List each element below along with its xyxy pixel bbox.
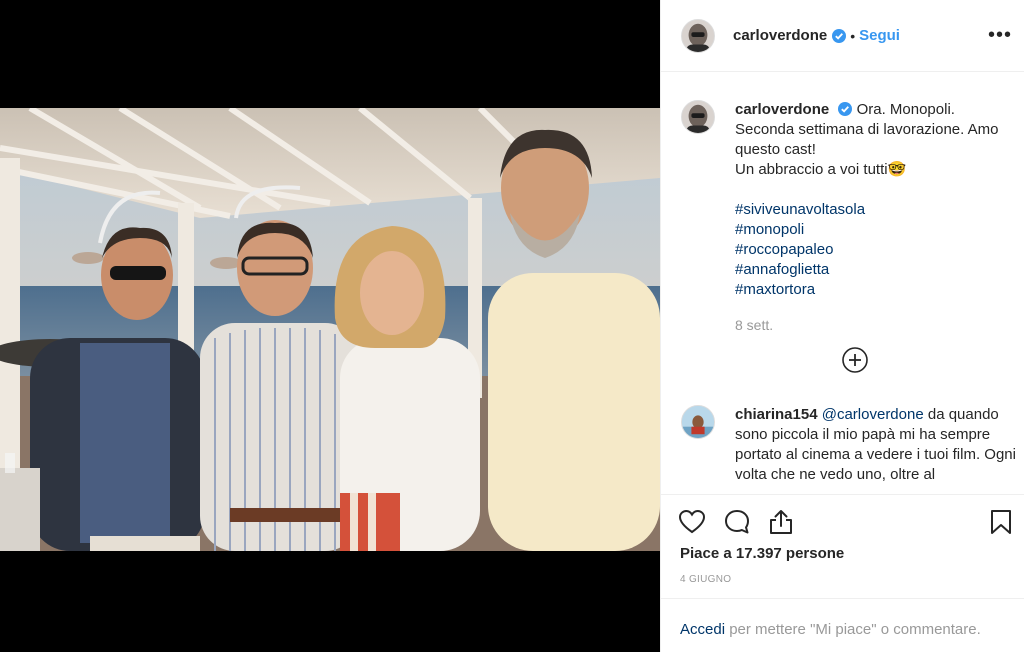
heart-icon[interactable]: [678, 508, 706, 536]
post-header: carloverdone • Segui •••: [661, 0, 1024, 72]
login-prompt: Accedi per mettere "Mi piace" o commenta…: [661, 598, 1024, 652]
likes-count[interactable]: Piace a 17.397 persone: [680, 545, 844, 562]
hashtag-link[interactable]: #monopoli: [735, 220, 1024, 240]
verified-badge-icon: [832, 28, 847, 43]
group-photo-image: [0, 108, 660, 551]
comment-text: chiarina154 @carloverdone da quando sono…: [735, 405, 1024, 485]
comment-mention[interactable]: @carloverdone: [822, 406, 924, 423]
plus-circle-icon[interactable]: [841, 346, 869, 374]
bookmark-icon[interactable]: [987, 508, 1015, 536]
more-options-icon[interactable]: •••: [985, 22, 1015, 48]
post-photo[interactable]: [0, 108, 660, 551]
caption-line: Un abbraccio a voi tutti🤓: [735, 161, 907, 178]
commenter-username[interactable]: chiarina154: [735, 406, 818, 423]
author-username[interactable]: carloverdone: [733, 27, 827, 44]
login-prompt-text: per mettere "Mi piace" o commentare.: [725, 621, 981, 638]
post-actions: Piace a 17.397 persone 4 GIUGNO: [661, 494, 1024, 604]
hashtag-link[interactable]: #siviveunavoltasola: [735, 200, 1024, 220]
caption-avatar[interactable]: [681, 100, 715, 134]
post-side-panel: carloverdone • Segui ••• carloverdone Or…: [660, 0, 1024, 652]
hashtag-link[interactable]: #roccopapaleo: [735, 240, 1024, 260]
author-avatar[interactable]: [681, 18, 715, 53]
hashtag-link[interactable]: #annafoglietta: [735, 260, 1024, 280]
author-avatar-image: [682, 19, 714, 52]
caption-username[interactable]: carloverdone: [735, 101, 829, 118]
post-media: [0, 0, 660, 652]
speech-bubble-icon[interactable]: [723, 508, 751, 536]
follow-button[interactable]: Segui: [859, 27, 900, 44]
hashtag-link[interactable]: #maxtortora: [735, 280, 1024, 300]
caption-text: carloverdone Ora. Monopoli. Seconda sett…: [735, 100, 1024, 300]
caption-line: Seconda settimana di lavorazione. Amo qu…: [735, 121, 999, 158]
caption-line: Ora. Monopoli.: [856, 101, 955, 118]
verified-badge-icon: [838, 102, 853, 116]
share-icon[interactable]: [767, 508, 795, 536]
comments-area[interactable]: carloverdone Ora. Monopoli. Seconda sett…: [661, 73, 1024, 493]
caption-avatar-image: [682, 101, 714, 133]
post-date[interactable]: 4 GIUGNO: [680, 574, 731, 585]
login-link[interactable]: Accedi: [680, 621, 725, 638]
commenter-avatar-image: [682, 406, 714, 438]
separator-dot: •: [850, 27, 856, 44]
commenter-avatar[interactable]: [681, 405, 715, 439]
caption-timestamp[interactable]: 8 sett.: [735, 317, 773, 333]
